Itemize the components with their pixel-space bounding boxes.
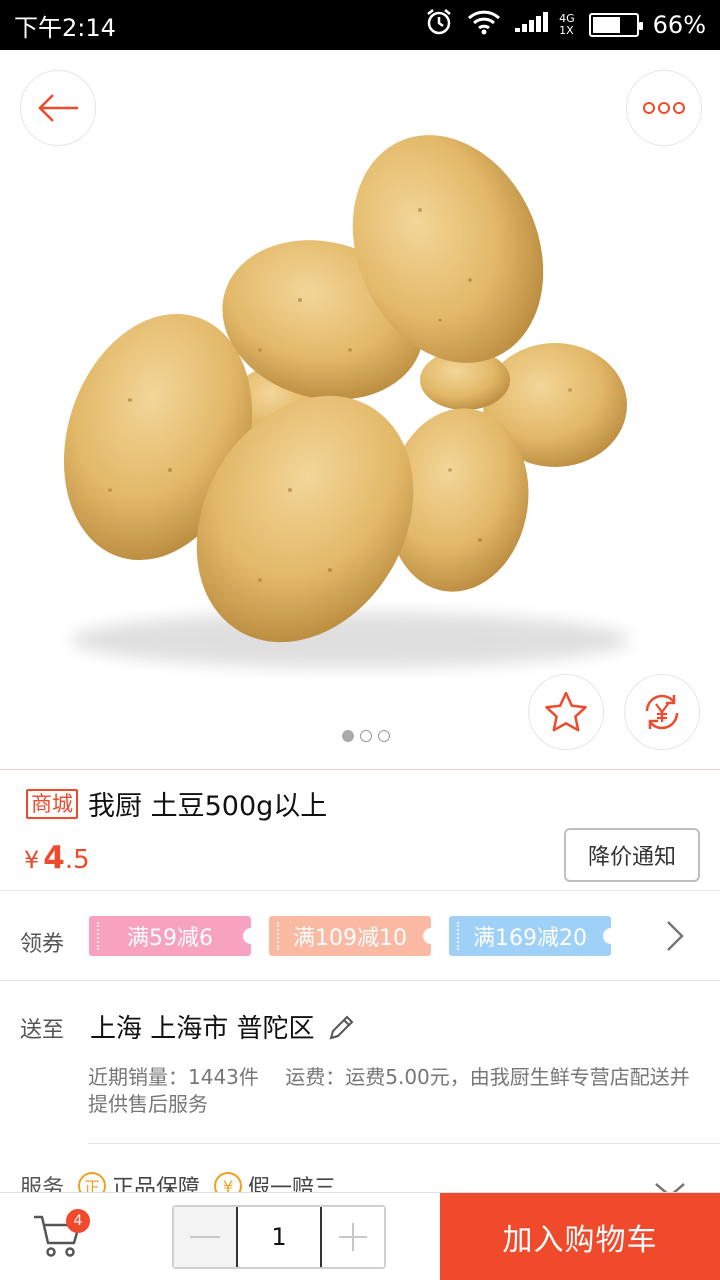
alarm-icon	[425, 8, 453, 42]
carousel-dot[interactable]	[360, 730, 372, 742]
coupon-label: 领券	[20, 932, 65, 957]
divider	[0, 769, 720, 770]
delivery-address[interactable]: 上海 上海市 普陀区	[90, 1008, 357, 1045]
status-icons: 4G 1X 66%	[425, 8, 706, 42]
price-drop-notify-button[interactable]: 降价通知	[564, 828, 700, 882]
bottom-action-bar: 4 1 加入购物车	[0, 1192, 720, 1280]
quantity-value[interactable]: 1	[236, 1207, 322, 1267]
divider	[0, 890, 720, 891]
minus-icon	[190, 1236, 220, 1238]
back-button[interactable]	[20, 70, 96, 146]
carousel-dot[interactable]	[342, 730, 354, 742]
more-button[interactable]	[626, 70, 702, 146]
coupon-item[interactable]: 满59减6	[89, 916, 259, 956]
favorite-button[interactable]	[528, 674, 604, 750]
sales-shipping-info: 近期销量：1443件 运费：运费5.00元，由我厨生鲜专营店配送并提供售后服务	[88, 1065, 690, 1116]
product-detail-page: 下午2:14 4G 1X 66% 商城 我厨 土豆500g以上 ¥ 4 .5 降…	[0, 0, 720, 1280]
mall-tag-badge: 商城	[26, 788, 78, 819]
network-1x: 1X	[559, 24, 574, 37]
product-title: 我厨 土豆500g以上	[88, 791, 328, 822]
coupon-item[interactable]: 满109减10	[269, 916, 439, 956]
divider	[88, 1143, 720, 1144]
yuan-refresh-icon	[645, 694, 679, 730]
signal-icon	[515, 10, 551, 40]
increment-button[interactable]	[322, 1207, 384, 1267]
price-integer: 4	[43, 840, 65, 876]
cart-count-badge: 4	[66, 1209, 90, 1233]
product-title-row: 商城 我厨 土豆500g以上	[26, 784, 327, 823]
carousel-indicator	[342, 730, 390, 742]
plus-icon	[339, 1223, 367, 1251]
delivery-address-text: 上海 上海市 普陀区	[90, 1014, 315, 1044]
add-to-cart-button[interactable]: 加入购物车	[440, 1193, 720, 1280]
battery-percent: 66%	[652, 11, 706, 39]
price-decimal: .5	[64, 845, 90, 875]
status-bar: 下午2:14 4G 1X 66%	[0, 0, 720, 50]
delivery-label: 送至	[20, 1018, 65, 1043]
coupon-more-button[interactable]	[664, 916, 686, 960]
product-image-carousel[interactable]	[0, 50, 720, 770]
decrement-button[interactable]	[174, 1207, 236, 1267]
product-price: ¥ 4 .5	[24, 840, 90, 876]
price-currency: ¥	[24, 846, 40, 874]
divider	[0, 980, 720, 981]
battery-icon	[588, 13, 643, 37]
more-dots-icon	[643, 102, 685, 114]
chevron-right-icon	[667, 921, 684, 951]
back-arrow-icon	[38, 94, 78, 122]
network-type: 4G 1X	[559, 13, 575, 37]
edit-pencil-icon	[329, 1015, 353, 1039]
battery-fill	[592, 17, 621, 33]
product-image	[63, 135, 630, 668]
price-compare-button[interactable]	[624, 674, 700, 750]
wifi-icon	[467, 9, 501, 41]
coupon-item[interactable]: 满169减20	[449, 916, 619, 956]
status-time: 下午2:14	[14, 13, 116, 42]
carousel-dot[interactable]	[378, 730, 390, 742]
star-icon	[545, 691, 587, 732]
quantity-stepper: 1	[172, 1205, 386, 1269]
